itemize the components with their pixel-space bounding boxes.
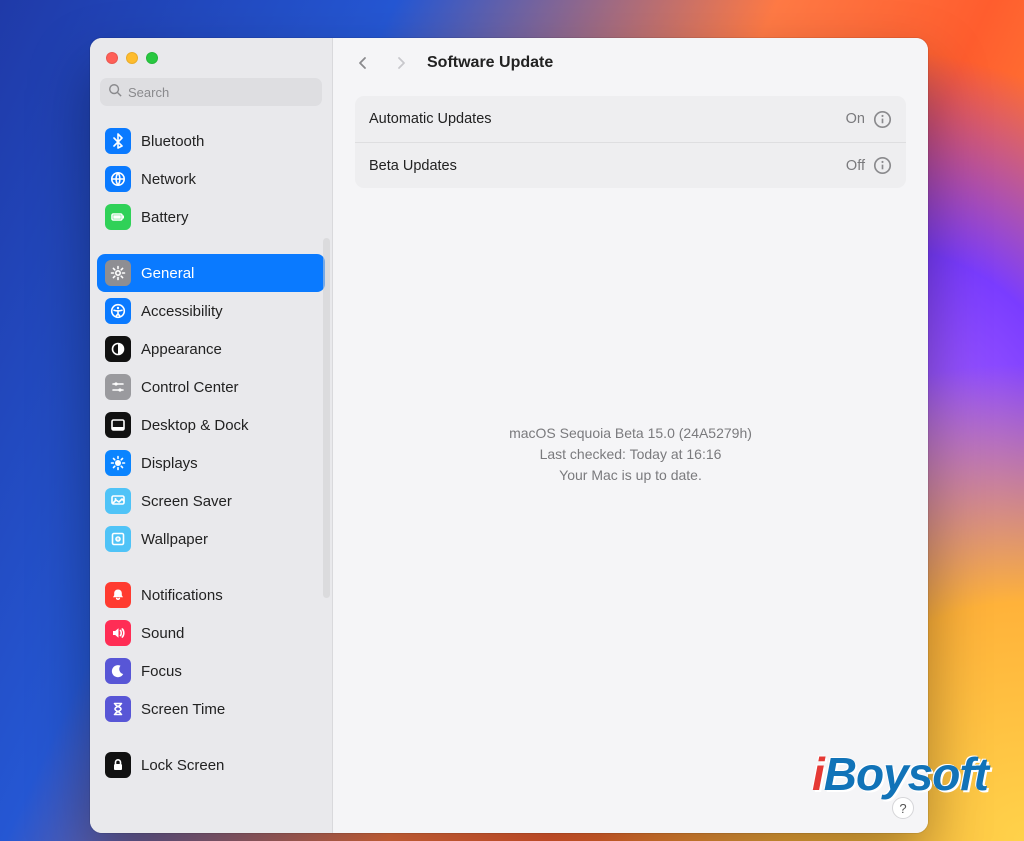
sidebar-item-label: General bbox=[141, 265, 194, 282]
setting-row-beta-updates[interactable]: Beta Updates Off bbox=[355, 142, 906, 188]
sidebar-list[interactable]: Bluetooth Network Battery General Accessibil… bbox=[90, 116, 332, 792]
search-input[interactable] bbox=[128, 85, 314, 100]
status-up-to-date: Your Mac is up to date. bbox=[559, 465, 702, 486]
sidebar-item-label: Bluetooth bbox=[141, 133, 204, 150]
dock-icon bbox=[105, 412, 131, 438]
sidebar-item-label: Accessibility bbox=[141, 303, 223, 320]
help-button[interactable]: ? bbox=[892, 797, 914, 819]
info-icon[interactable] bbox=[873, 110, 892, 129]
search-icon bbox=[108, 83, 122, 102]
setting-label: Automatic Updates bbox=[369, 111, 492, 127]
sidebar-item-battery[interactable]: Battery bbox=[97, 198, 325, 236]
sidebar-item-label: Control Center bbox=[141, 379, 239, 396]
sidebar-item-label: Focus bbox=[141, 663, 182, 680]
status-last-checked: Last checked: Today at 16:16 bbox=[540, 444, 722, 465]
page-title: Software Update bbox=[427, 54, 553, 72]
sidebar-item-displays[interactable]: Displays bbox=[97, 444, 325, 482]
sidebar-item-label: Screen Saver bbox=[141, 493, 232, 510]
status-version: macOS Sequoia Beta 15.0 (24A5279h) bbox=[509, 423, 752, 444]
appearance-icon bbox=[105, 336, 131, 362]
setting-value: On bbox=[846, 111, 865, 127]
sidebar-item-control-center[interactable]: Control Center bbox=[97, 368, 325, 406]
sidebar: Bluetooth Network Battery General Accessibil… bbox=[90, 38, 333, 833]
sidebar-item-wallpaper[interactable]: Wallpaper bbox=[97, 520, 325, 558]
sidebar-item-label: Notifications bbox=[141, 587, 223, 604]
screensaver-icon bbox=[105, 488, 131, 514]
setting-label: Beta Updates bbox=[369, 158, 457, 174]
sidebar-item-accessibility[interactable]: Accessibility bbox=[97, 292, 325, 330]
sidebar-item-bluetooth[interactable]: Bluetooth bbox=[97, 122, 325, 160]
search-field[interactable] bbox=[100, 78, 322, 106]
moon-icon bbox=[105, 658, 131, 684]
sliders-icon bbox=[105, 374, 131, 400]
forward-button[interactable] bbox=[389, 51, 413, 75]
sidebar-item-label: Desktop & Dock bbox=[141, 417, 249, 434]
setting-row-automatic-updates[interactable]: Automatic Updates On bbox=[355, 96, 906, 142]
setting-value: Off bbox=[846, 158, 865, 174]
sidebar-item-screen-time[interactable]: Screen Time bbox=[97, 690, 325, 728]
sidebar-item-label: Wallpaper bbox=[141, 531, 208, 548]
content-pane: Software Update Automatic Updates On Beta … bbox=[333, 38, 928, 833]
sidebar-item-screen-saver[interactable]: Screen Saver bbox=[97, 482, 325, 520]
update-status: macOS Sequoia Beta 15.0 (24A5279h) Last … bbox=[333, 196, 928, 833]
content-header: Software Update bbox=[333, 38, 928, 88]
maximize-window-button[interactable] bbox=[146, 52, 158, 64]
sidebar-item-general[interactable]: General bbox=[97, 254, 325, 292]
accessibility-icon bbox=[105, 298, 131, 324]
globe-icon bbox=[105, 166, 131, 192]
minimize-window-button[interactable] bbox=[126, 52, 138, 64]
sidebar-scrollbar[interactable] bbox=[323, 238, 330, 598]
sidebar-item-desktop-dock[interactable]: Desktop & Dock bbox=[97, 406, 325, 444]
bell-icon bbox=[105, 582, 131, 608]
close-window-button[interactable] bbox=[106, 52, 118, 64]
info-icon[interactable] bbox=[873, 156, 892, 175]
sidebar-item-network[interactable]: Network bbox=[97, 160, 325, 198]
sidebar-item-label: Sound bbox=[141, 625, 184, 642]
gear-icon bbox=[105, 260, 131, 286]
battery-icon bbox=[105, 204, 131, 230]
wallpaper-icon bbox=[105, 526, 131, 552]
bluetooth-icon bbox=[105, 128, 131, 154]
sidebar-item-notifications[interactable]: Notifications bbox=[97, 576, 325, 614]
sidebar-item-lock-screen[interactable]: Lock Screen bbox=[97, 746, 325, 784]
back-button[interactable] bbox=[351, 51, 375, 75]
sidebar-item-label: Appearance bbox=[141, 341, 222, 358]
sidebar-item-focus[interactable]: Focus bbox=[97, 652, 325, 690]
sidebar-item-label: Displays bbox=[141, 455, 198, 472]
sidebar-item-label: Lock Screen bbox=[141, 757, 224, 774]
sidebar-item-sound[interactable]: Sound bbox=[97, 614, 325, 652]
window-controls bbox=[90, 38, 332, 74]
speaker-icon bbox=[105, 620, 131, 646]
settings-list: Automatic Updates On Beta Updates Off bbox=[355, 96, 906, 188]
sidebar-item-label: Screen Time bbox=[141, 701, 225, 718]
system-settings-window: Bluetooth Network Battery General Accessibil… bbox=[90, 38, 928, 833]
sidebar-item-appearance[interactable]: Appearance bbox=[97, 330, 325, 368]
lock-icon bbox=[105, 752, 131, 778]
sun-icon bbox=[105, 450, 131, 476]
hourglass-icon bbox=[105, 696, 131, 722]
sidebar-item-label: Network bbox=[141, 171, 196, 188]
sidebar-item-label: Battery bbox=[141, 209, 189, 226]
